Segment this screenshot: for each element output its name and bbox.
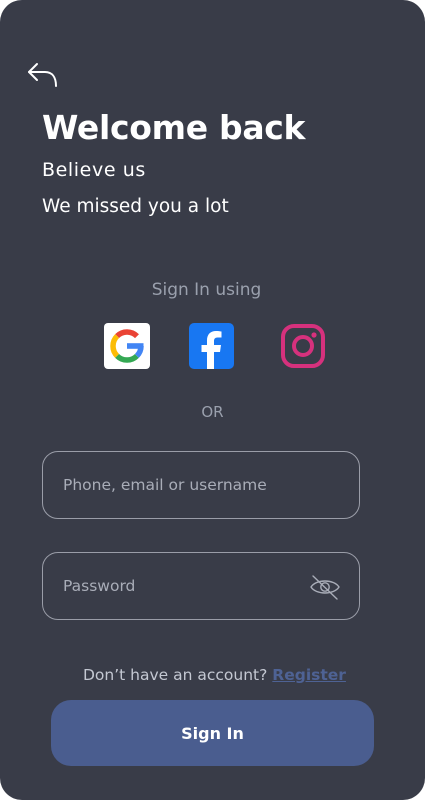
username-input[interactable]	[63, 452, 313, 518]
page-title: Welcome back	[42, 108, 306, 147]
login-screen: Welcome back Believe us We missed you a …	[0, 0, 425, 800]
sign-in-button[interactable]: Sign In	[51, 700, 374, 766]
toggle-password-visibility-button[interactable]	[309, 573, 341, 601]
instagram-sign-in-button[interactable]	[280, 323, 326, 369]
sign-in-using-label: Sign In using	[151, 280, 262, 300]
or-divider: OR	[201, 403, 224, 421]
eye-off-icon	[310, 575, 340, 600]
instagram-icon	[281, 324, 325, 368]
facebook-icon	[201, 331, 222, 369]
username-field[interactable]	[42, 451, 360, 519]
register-prompt: Don’t have an account?	[83, 666, 268, 684]
google-sign-in-button[interactable]	[104, 323, 150, 369]
password-input[interactable]	[63, 553, 313, 619]
register-link[interactable]: Register	[272, 666, 346, 684]
subtitle-missed: We missed you a lot	[42, 196, 229, 217]
facebook-sign-in-button[interactable]	[189, 323, 234, 369]
subtitle-believe: Believe us	[42, 159, 146, 181]
register-row: Don’t have an account? Register	[83, 666, 346, 684]
google-icon	[110, 329, 144, 363]
back-button[interactable]	[24, 58, 60, 92]
back-arrow-icon	[28, 63, 57, 87]
password-field[interactable]	[42, 552, 360, 620]
